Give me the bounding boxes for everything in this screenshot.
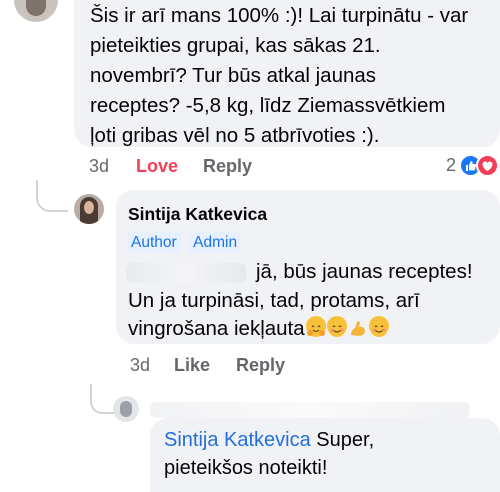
- reply-button[interactable]: Reply: [203, 156, 252, 177]
- reply-button[interactable]: Reply: [236, 355, 285, 376]
- replier-avatar[interactable]: [113, 396, 139, 422]
- comment-line-1: Šis ir arī mans 100% :)! Lai turpinātu -…: [90, 4, 469, 27]
- author-mention-link[interactable]: Sintija Katkevica: [164, 429, 311, 451]
- comment-timestamp[interactable]: 3d: [89, 156, 109, 177]
- thread-connector: [36, 180, 68, 212]
- reply-line-2: Un ja turpināsi, tad, protams, arī: [128, 289, 420, 312]
- smile-emoji: [368, 316, 389, 337]
- comment-line-5: ļoti gribas vēl no 5 atbrīvoties :).: [90, 124, 380, 147]
- reply-line-3: vingrošana iekļauta: [128, 317, 305, 340]
- redacted-name: [150, 402, 470, 418]
- flexed-biceps-emoji: [348, 316, 368, 336]
- hug-emoji: [305, 316, 326, 337]
- love-icon: [476, 154, 499, 177]
- author-badge: Author: [127, 232, 181, 254]
- reply-line-3-wrap: vingrošana iekļauta: [128, 313, 389, 344]
- reaction-count: 2: [446, 155, 457, 175]
- author-badges: Author Admin: [127, 232, 245, 254]
- avatar-face: [84, 201, 94, 214]
- reaction-summary[interactable]: 2: [446, 152, 500, 178]
- comment-line-4: receptes? -5,8 kg, līdz Ziemassvētkiem: [90, 94, 446, 117]
- love-reaction-button[interactable]: Love: [136, 156, 178, 177]
- comment-line-3: novembrī? Tur būs atkal jaunas: [90, 64, 377, 87]
- reply-author-name[interactable]: Sintija Katkevica: [128, 204, 267, 225]
- nested-reply-line-2: pieteikšos noteikti!: [164, 457, 328, 479]
- admin-badge: Admin: [189, 232, 242, 254]
- avatar-figure: [26, 0, 46, 16]
- smile-emoji: [326, 316, 347, 337]
- nested-reply-line-1: Sintija Katkevica Super,: [164, 425, 374, 456]
- reply-line-1: jā, būs jaunas receptes!: [256, 260, 473, 283]
- nested-reply-text: Super,: [310, 429, 375, 451]
- commenter-avatar[interactable]: [14, 0, 58, 22]
- avatar-figure: [120, 401, 132, 417]
- like-button[interactable]: Like: [174, 355, 210, 376]
- author-avatar[interactable]: [74, 194, 104, 224]
- redacted-mention: [126, 263, 246, 283]
- reply-timestamp[interactable]: 3d: [130, 355, 150, 376]
- comment-line-2: pieteikties grupai, kas sākas 21.: [90, 34, 381, 57]
